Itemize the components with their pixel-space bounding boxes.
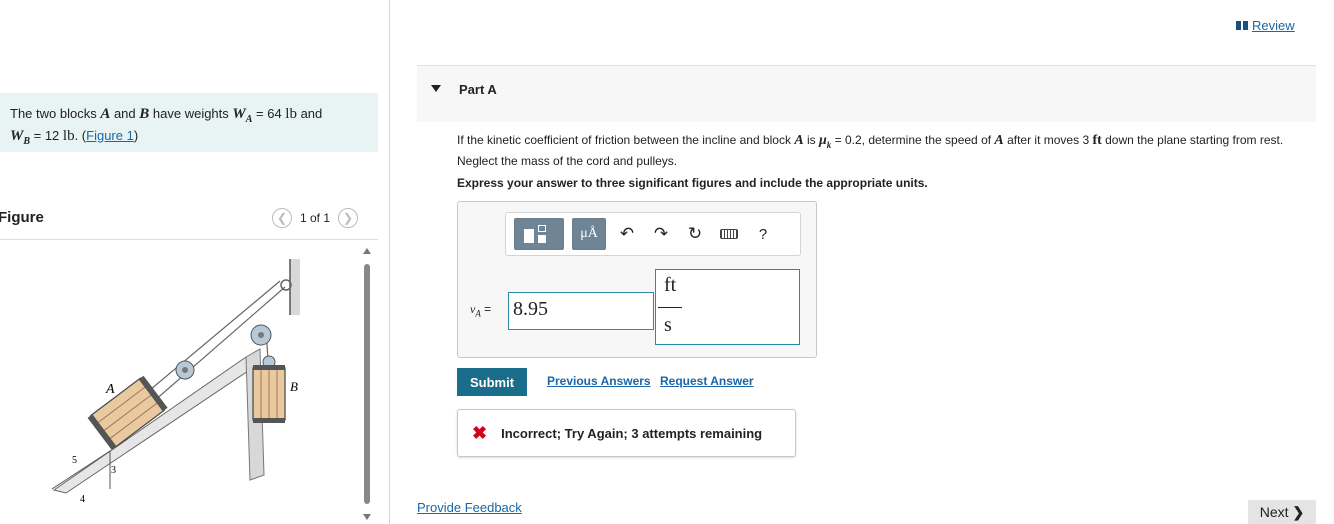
fraction-bar (658, 307, 682, 308)
figure-title: Figure (0, 209, 44, 226)
block-b-symbol: B (139, 106, 150, 122)
figure-scrollbar[interactable] (362, 248, 372, 520)
instructions: Express your answer to three significant… (457, 176, 928, 190)
wb-value: = 12 (30, 128, 63, 143)
math-toolbar: μÅ ↶ ↷ ↻ ? (505, 212, 801, 256)
chevron-right-icon: ❯ (1292, 503, 1305, 520)
answer-panel: μÅ ↶ ↷ ↻ ? vA = 8.95 ft s (457, 201, 817, 358)
block-a-symbol: A (100, 106, 111, 122)
question-text: If the kinetic coefficient of friction b… (457, 133, 1284, 168)
wb-unit: lb (62, 128, 75, 144)
review-link[interactable]: Review (1236, 18, 1295, 33)
next-label: Next (1259, 504, 1289, 520)
units-icon[interactable]: μÅ (572, 218, 606, 250)
chevron-left-icon[interactable]: ❮ (272, 208, 292, 228)
pager-text: 1 of 1 (300, 211, 331, 225)
pane-divider[interactable] (389, 0, 390, 524)
feedback-text: Incorrect; Try Again; 3 attempts remaini… (501, 425, 763, 441)
chevron-right-icon[interactable]: ❯ (338, 208, 359, 228)
figure-pager: ❮ 1 of 1 ❯ (272, 208, 359, 228)
x-icon: ✖ (472, 422, 488, 443)
templates-icon[interactable] (514, 218, 564, 250)
collapse-caret-icon[interactable] (431, 85, 441, 92)
label-5: 5 (72, 455, 77, 466)
undo-icon[interactable]: ↶ (614, 218, 640, 250)
answer-value-input[interactable]: 8.95 (508, 292, 654, 330)
figure-header: Figure ❮ 1 of 1 ❯ (0, 208, 378, 240)
left-pane: The two blocks A and B have weights WA =… (0, 0, 378, 524)
scroll-down-icon[interactable] (363, 514, 371, 520)
label-4: 4 (80, 494, 85, 505)
label-3: 3 (111, 465, 116, 476)
reset-icon[interactable]: ↻ (682, 218, 708, 250)
provide-feedback-link[interactable]: Provide Feedback (417, 500, 522, 515)
problem-text: The two blocks (10, 106, 101, 121)
review-label: Review (1252, 18, 1295, 33)
problem-text: ) (133, 128, 139, 143)
request-answer-link[interactable]: Request Answer (660, 374, 754, 388)
scroll-up-icon[interactable] (363, 248, 371, 254)
book-icon (1236, 21, 1248, 30)
figure-link[interactable]: Figure 1 (86, 128, 134, 143)
help-icon[interactable]: ? (750, 218, 776, 250)
label-b: B (290, 379, 298, 394)
feedback-message: ✖ Incorrect; Try Again; 3 attempts remai… (457, 409, 796, 457)
problem-statement: The two blocks A and B have weights WA =… (0, 93, 378, 152)
problem-text: . ( (74, 128, 87, 143)
next-button[interactable]: Next ❯ (1248, 500, 1316, 524)
part-title: Part A (459, 82, 497, 97)
wall (290, 259, 300, 315)
block-b (252, 365, 286, 423)
redo-icon[interactable]: ↷ (648, 218, 674, 250)
variable-label: vA = (470, 302, 492, 319)
wa-symbol: WA (232, 106, 253, 125)
answer-units-input[interactable]: ft s (655, 269, 800, 345)
wa-unit: lb (285, 106, 297, 122)
label-a: A (105, 382, 115, 397)
problem-text: and (296, 106, 323, 121)
unit-numerator: ft (664, 274, 677, 296)
unit-denominator: s (664, 314, 672, 336)
pulley-incline-figure: A B 5 3 4 (51, 259, 300, 505)
scroll-thumb[interactable] (364, 264, 370, 504)
part-a-header[interactable]: Part A (417, 66, 1316, 122)
wb-symbol: WB (10, 128, 31, 147)
keyboard-icon[interactable] (716, 218, 742, 250)
wa-value: = 64 (252, 106, 286, 121)
incline (52, 356, 255, 494)
problem-text: and (110, 106, 140, 121)
previous-answers-link[interactable]: Previous Answers (547, 374, 651, 388)
submit-button[interactable]: Submit (457, 368, 527, 396)
problem-text: have weights (149, 106, 233, 121)
mastering-physics-page: The two blocks A and B have weights WA =… (0, 0, 1334, 524)
